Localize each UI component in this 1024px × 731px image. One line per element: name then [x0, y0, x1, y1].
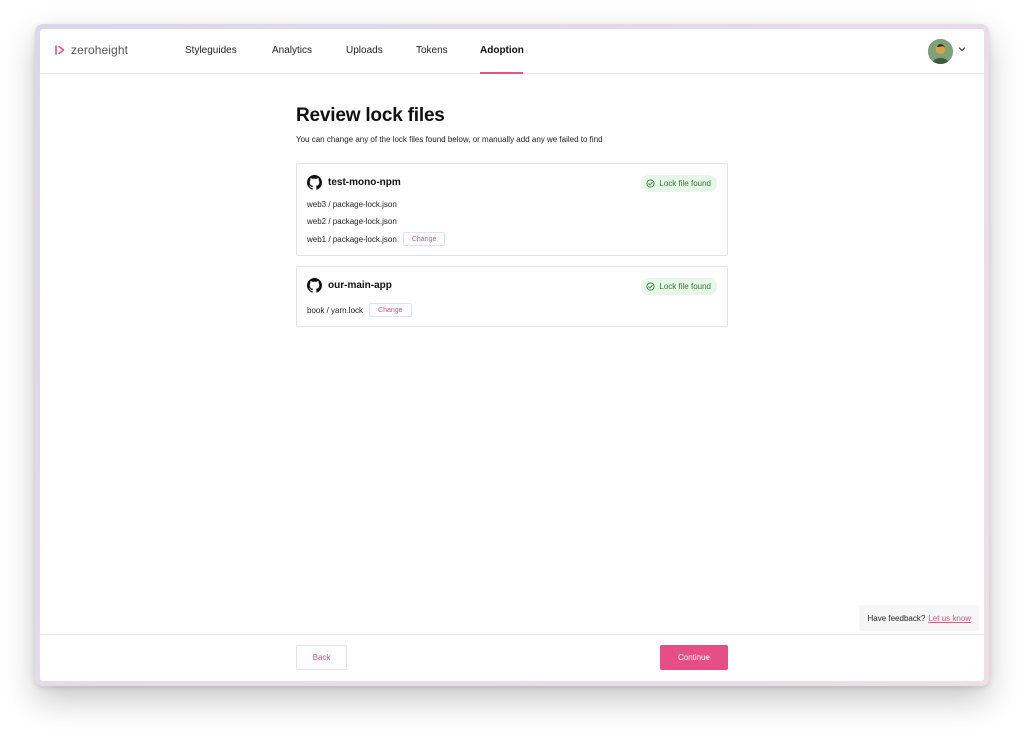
logo[interactable]: zeroheight: [54, 43, 128, 57]
feedback-widget: Have feedback? Let us know: [859, 605, 979, 631]
lock-file-path: web2 / package-lock.json: [307, 217, 397, 226]
main-content: Review lock files You can change any of …: [296, 105, 728, 144]
nav-item-analytics[interactable]: Analytics: [272, 45, 312, 56]
chevron-down-icon[interactable]: [958, 45, 966, 53]
check-circle-icon: [646, 282, 655, 291]
page-title: Review lock files: [296, 105, 445, 126]
check-circle-icon: [646, 179, 655, 188]
lock-file-row: book / yarn.lock Change: [307, 303, 412, 317]
continue-button[interactable]: Continue: [660, 645, 728, 670]
nav-item-adoption[interactable]: Adoption: [480, 45, 524, 56]
footer-bar: Back Continue: [40, 634, 984, 681]
active-tab-indicator: [480, 72, 523, 74]
repo-card: our-main-app Lock file found book / yarn…: [296, 266, 728, 327]
avatar-image: [928, 39, 953, 64]
github-icon: [307, 175, 322, 190]
repo-header: our-main-app: [307, 278, 392, 293]
repo-card: test-mono-npm Lock file found web3 / pac…: [296, 163, 728, 256]
nav-item-styleguides[interactable]: Styleguides: [185, 45, 237, 56]
lock-file-row: web1 / package-lock.json Change: [307, 232, 446, 246]
feedback-link[interactable]: Let us know: [928, 614, 971, 623]
logo-text: zeroheight: [71, 43, 129, 57]
lock-file-row: web3 / package-lock.json: [307, 200, 397, 209]
lock-file-row: web2 / package-lock.json: [307, 217, 397, 226]
status-badge: Lock file found: [641, 278, 717, 295]
app-window: zeroheight Styleguides Analytics Uploads…: [35, 24, 989, 686]
change-lock-file-button[interactable]: Change: [369, 303, 412, 317]
change-lock-file-button[interactable]: Change: [402, 232, 446, 246]
status-badge-label: Lock file found: [659, 282, 711, 291]
lock-file-path: web3 / package-lock.json: [307, 200, 397, 209]
nav-item-tokens[interactable]: Tokens: [416, 45, 448, 56]
top-nav: zeroheight Styleguides Analytics Uploads…: [40, 29, 984, 74]
status-badge: Lock file found: [641, 175, 717, 192]
page-subtitle: You can change any of the lock files fou…: [296, 135, 603, 144]
avatar[interactable]: [928, 39, 953, 64]
repo-header: test-mono-npm: [307, 175, 401, 190]
repo-name: test-mono-npm: [328, 177, 401, 188]
zeroheight-logo-icon: [55, 45, 65, 55]
back-button[interactable]: Back: [296, 645, 347, 670]
app-root: zeroheight Styleguides Analytics Uploads…: [40, 29, 984, 681]
status-badge-label: Lock file found: [659, 179, 711, 188]
lock-file-path: book / yarn.lock: [307, 305, 364, 315]
repo-name: our-main-app: [328, 280, 392, 291]
feedback-prompt: Have feedback?: [867, 613, 926, 623]
nav-item-uploads[interactable]: Uploads: [346, 45, 383, 56]
lock-file-path: web1 / package-lock.json: [307, 234, 397, 244]
github-icon: [307, 278, 322, 293]
